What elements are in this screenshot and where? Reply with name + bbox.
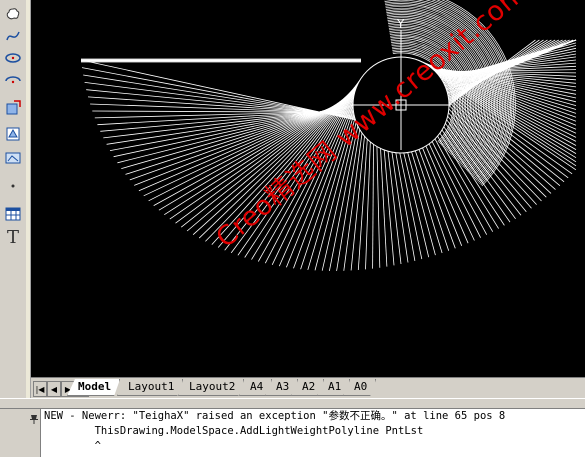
draw-toolbar: T — [0, 0, 27, 402]
layout-tab-bar: |◀ ◀ ▶ ▶| Model Layout1 Layout2 A4 A3 A2… — [31, 377, 585, 399]
multiline-text-icon[interactable]: T — [3, 226, 23, 246]
tab-layout2[interactable]: Layout2 — [178, 379, 244, 396]
command-line: ^ — [44, 440, 101, 452]
prev-tab-button[interactable]: ◀ — [47, 381, 61, 397]
y-axis-label: Y — [396, 17, 405, 31]
insert-block-icon[interactable] — [3, 98, 23, 118]
tab-layout1[interactable]: Layout1 — [117, 379, 183, 396]
make-block-icon[interactable] — [3, 124, 23, 144]
ellipse-icon[interactable] — [3, 48, 23, 68]
drawing-geometry: Y — [80, 0, 577, 271]
command-history[interactable]: NEW - Newerr: "TeighaX" raised an except… — [41, 409, 585, 457]
command-line: NEW - Newerr: "TeighaX" raised an except… — [44, 410, 506, 422]
pin-icon[interactable] — [28, 413, 40, 425]
fan-line — [211, 84, 358, 245]
hatch-icon[interactable] — [3, 176, 23, 196]
command-window-splitter[interactable] — [0, 398, 585, 409]
command-line: ThisDrawing.ModelSpace.AddLightWeightPol… — [44, 425, 424, 437]
point-icon[interactable] — [3, 148, 23, 168]
svg-text:T: T — [7, 227, 19, 245]
fan-lines — [80, 0, 577, 271]
ellipse-arc-icon[interactable] — [3, 70, 23, 90]
tab-model[interactable]: Model — [67, 379, 120, 396]
revcloud-icon[interactable] — [3, 4, 23, 24]
spline-icon[interactable] — [3, 26, 23, 46]
table-icon[interactable] — [3, 204, 23, 224]
fan-line — [278, 74, 364, 267]
model-space-canvas[interactable]: Y Creo精选网 www.creoxit.com — [31, 0, 585, 377]
command-window-handle — [0, 409, 41, 457]
first-tab-button[interactable]: |◀ — [33, 381, 47, 397]
